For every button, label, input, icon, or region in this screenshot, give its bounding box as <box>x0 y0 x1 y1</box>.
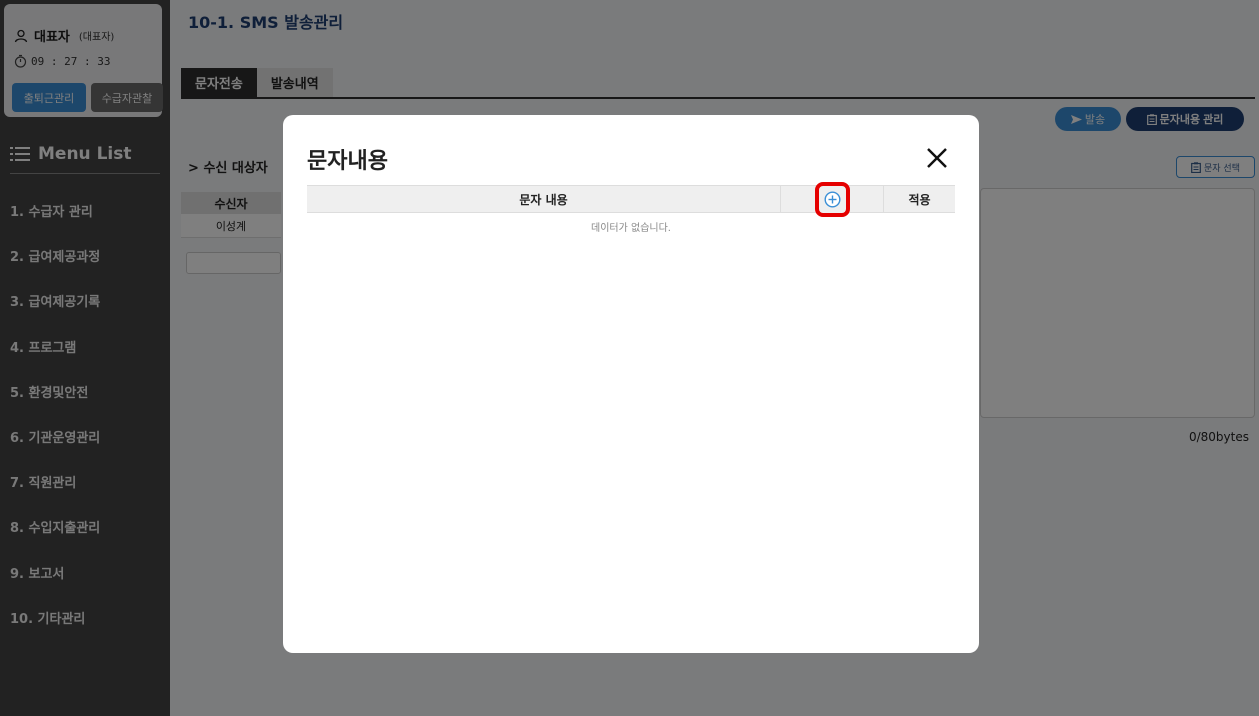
column-add <box>781 181 884 217</box>
column-apply: 적용 <box>908 192 931 207</box>
close-icon[interactable] <box>924 145 950 171</box>
empty-message: 데이터가 없습니다. <box>591 223 671 234</box>
column-content: 문자 내용 <box>307 186 781 212</box>
add-message-button[interactable] <box>814 181 850 217</box>
message-grid-header: 문자 내용 적용 <box>307 181 955 217</box>
modal-title: 문자내용 <box>307 149 388 174</box>
plus-circle-icon <box>823 190 841 208</box>
message-content-modal: 문자내용 문자 내용 적용 데이터가 없습니다. <box>283 115 979 653</box>
